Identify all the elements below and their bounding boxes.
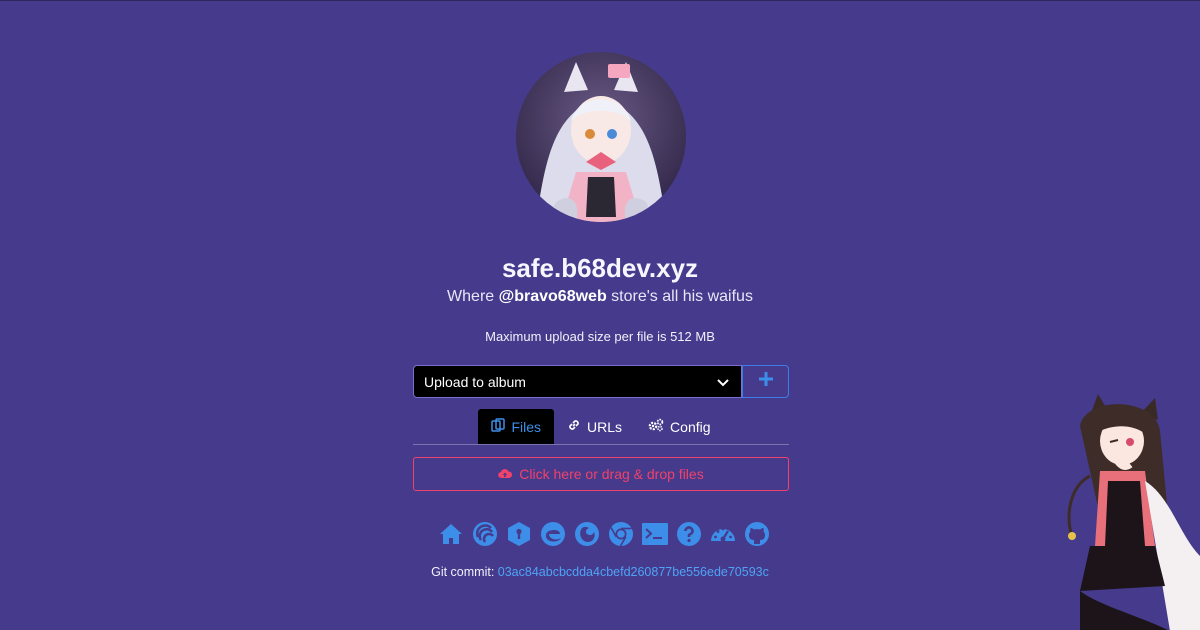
upload-dropzone-button[interactable]: Click here or drag & drop files (413, 457, 789, 491)
tab-files-label: Files (511, 418, 542, 435)
firefox-icon[interactable] (573, 520, 601, 548)
terminal-icon[interactable] (641, 520, 669, 548)
subtitle-prefix: Where (447, 288, 499, 305)
site-subtitle: Where @bravo68web store's all his waifus (0, 288, 1200, 306)
album-row: Upload to album (413, 365, 789, 398)
home-icon[interactable] (437, 520, 465, 548)
edge-icon[interactable] (539, 520, 567, 548)
privacy-icon[interactable] (505, 520, 533, 548)
tab-config-label: Config (670, 418, 711, 435)
sharex-icon[interactable] (471, 520, 499, 548)
git-commit: Git commit: 03ac84abcbcdda4cbefd260877be… (0, 565, 1200, 579)
plus-icon (758, 372, 773, 391)
subtitle-suffix: store's all his waifus (606, 288, 753, 305)
site-title: safe.b68dev.xyz (501, 253, 699, 283)
link-icon (567, 418, 581, 435)
tab-files[interactable]: Files (478, 409, 555, 444)
tab-config[interactable]: Config (635, 409, 723, 444)
album-select-value: Upload to album (424, 373, 526, 390)
tab-urls-label: URLs (587, 418, 623, 435)
add-album-button[interactable] (742, 365, 789, 398)
tab-urls[interactable]: URLs (554, 409, 635, 444)
cloud-upload-icon (498, 466, 513, 482)
dashboard-icon[interactable] (709, 520, 737, 548)
upload-tabs: Files URLs Config (413, 408, 789, 445)
github-icon[interactable] (743, 520, 771, 548)
subtitle-user: @bravo68web (498, 288, 607, 305)
max-upload-size: Maximum upload size per file is 512 MB (485, 329, 715, 344)
commit-label: Git commit: (431, 565, 498, 579)
chevron-down-icon (717, 374, 729, 390)
dropzone-label: Click here or drag & drop files (519, 466, 704, 482)
cogs-icon (648, 418, 664, 435)
commit-hash-link[interactable]: 03ac84abcbcdda4cbefd260877be556ede70593c (498, 565, 769, 579)
footer-links (437, 520, 771, 548)
album-select[interactable]: Upload to album (413, 365, 742, 398)
mascot-image (1060, 386, 1200, 630)
files-icon (491, 418, 506, 435)
logo-avatar (516, 52, 686, 222)
chrome-icon[interactable] (607, 520, 635, 548)
help-icon[interactable] (675, 520, 703, 548)
page: safe.b68dev.xyz Where @bravo68web store'… (0, 0, 1200, 630)
